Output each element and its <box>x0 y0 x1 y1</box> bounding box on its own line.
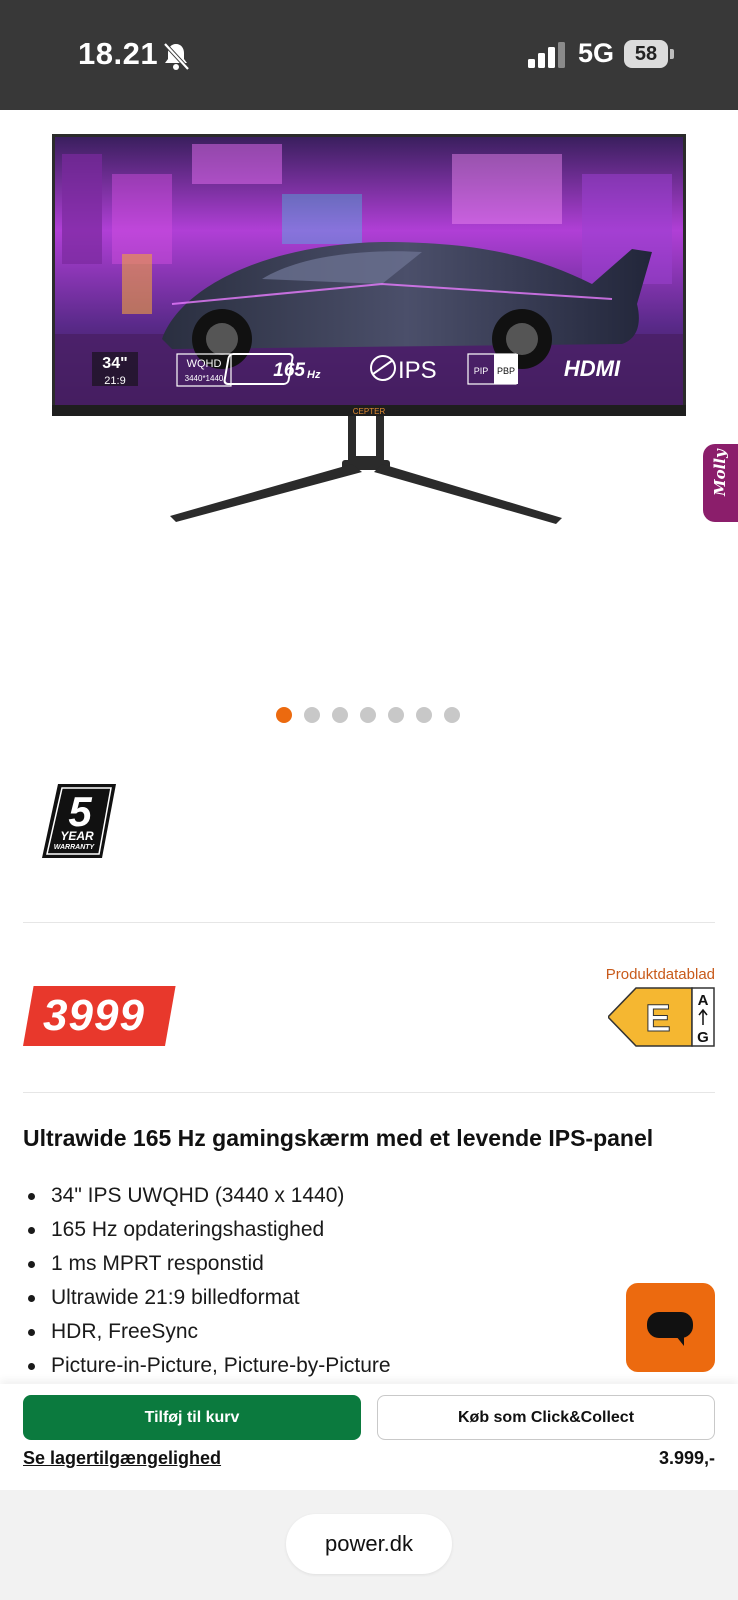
signal-icon <box>528 42 565 68</box>
address-bar[interactable]: power.dk <box>286 1514 452 1574</box>
badge-pip-text: PIP <box>474 366 489 376</box>
product-datasheet-link[interactable]: Produktdatablad <box>606 966 715 983</box>
gallery-dot[interactable] <box>332 707 348 723</box>
energy-scale-top: A <box>698 992 709 1009</box>
battery-icon: 58 <box>624 40 674 70</box>
gallery-dot[interactable] <box>276 707 292 723</box>
badge-size-text: 34" <box>102 355 127 372</box>
badge-size: 34" 21:9 <box>92 352 138 387</box>
feature-item: HDR, FreeSync <box>23 1315 391 1349</box>
molly-side-tab[interactable]: Molly <box>703 444 738 522</box>
badge-pbp-text: PBP <box>497 366 515 376</box>
feature-list: 34" IPS UWQHD (3440 x 1440) 165 Hz opdat… <box>23 1179 391 1383</box>
battery-level: 58 <box>624 40 668 68</box>
feature-item: Picture-in-Picture, Picture-by-Picture <box>23 1349 391 1383</box>
bottom-price: 3.999,- <box>658 1448 715 1468</box>
click-collect-button[interactable]: Køb som Click&Collect <box>377 1395 715 1440</box>
gallery-dot[interactable] <box>416 707 432 723</box>
status-bar: 18.21 5G 58 <box>0 0 738 110</box>
chat-button[interactable] <box>626 1283 715 1372</box>
badge-hdmi-text: HDMI <box>564 356 621 381</box>
molly-tab-label: Molly <box>711 449 729 496</box>
gallery-dot[interactable] <box>304 707 320 723</box>
warranty-5-year-icon: 5 YEAR WARRANTY <box>42 784 116 858</box>
product-headline: Ultrawide 165 Hz gamingskærm med et leve… <box>23 1125 654 1151</box>
feature-item: 1 ms MPRT responstid <box>23 1247 391 1281</box>
purchase-action-bar: Tilføj til kurv Køb som Click&Collect Se… <box>0 1384 738 1490</box>
feature-item: 34" IPS UWQHD (3440 x 1440) <box>23 1179 391 1213</box>
badge-resolution-value: 3440*1440 <box>185 374 224 383</box>
energy-label-badge[interactable]: E A G <box>608 987 715 1047</box>
badge-panel-text: IPS <box>398 357 437 384</box>
bell-muted-icon <box>163 42 190 71</box>
network-type: 5G <box>578 38 615 68</box>
divider <box>23 1092 715 1093</box>
browser-toolbar: power.dk <box>0 1490 738 1600</box>
badge-refresh-value: 165 <box>273 360 305 381</box>
product-image-gallery[interactable]: CEPTER 34" 21:9 WQHD 3440*1440 165 Hz IP… <box>0 110 738 750</box>
badge-refresh-unit: Hz <box>307 369 321 381</box>
badge-ratio-text: 21:9 <box>104 375 125 387</box>
badge-resolution-name: WQHD <box>187 358 222 370</box>
feature-item: Ultrawide 21:9 billedformat <box>23 1281 391 1315</box>
energy-class: E <box>645 998 670 1040</box>
product-image-monitor[interactable]: CEPTER 34" 21:9 WQHD 3440*1440 165 Hz IP… <box>52 134 686 526</box>
feature-item: 165 Hz opdateringshastighed <box>23 1213 391 1247</box>
add-to-cart-button[interactable]: Tilføj til kurv <box>23 1395 361 1440</box>
warranty-line2: WARRANTY <box>54 844 96 851</box>
monitor-brand: CEPTER <box>353 407 386 416</box>
gallery-dot[interactable] <box>360 707 376 723</box>
price-tag: 3999 <box>23 986 176 1046</box>
price-value: 3999 <box>43 991 145 1040</box>
clock: 18.21 <box>78 36 159 71</box>
warranty-line1: YEAR <box>60 829 94 843</box>
warranty-number: 5 <box>68 788 92 835</box>
energy-scale-bottom: G <box>697 1029 709 1046</box>
gallery-dot[interactable] <box>388 707 404 723</box>
badge-hdmi: HDMI <box>564 356 621 381</box>
chat-bubble-icon <box>647 1312 693 1346</box>
divider <box>23 922 715 923</box>
gallery-dot[interactable] <box>444 707 460 723</box>
stock-availability-link[interactable]: Se lagertilgængelighed <box>23 1448 221 1469</box>
